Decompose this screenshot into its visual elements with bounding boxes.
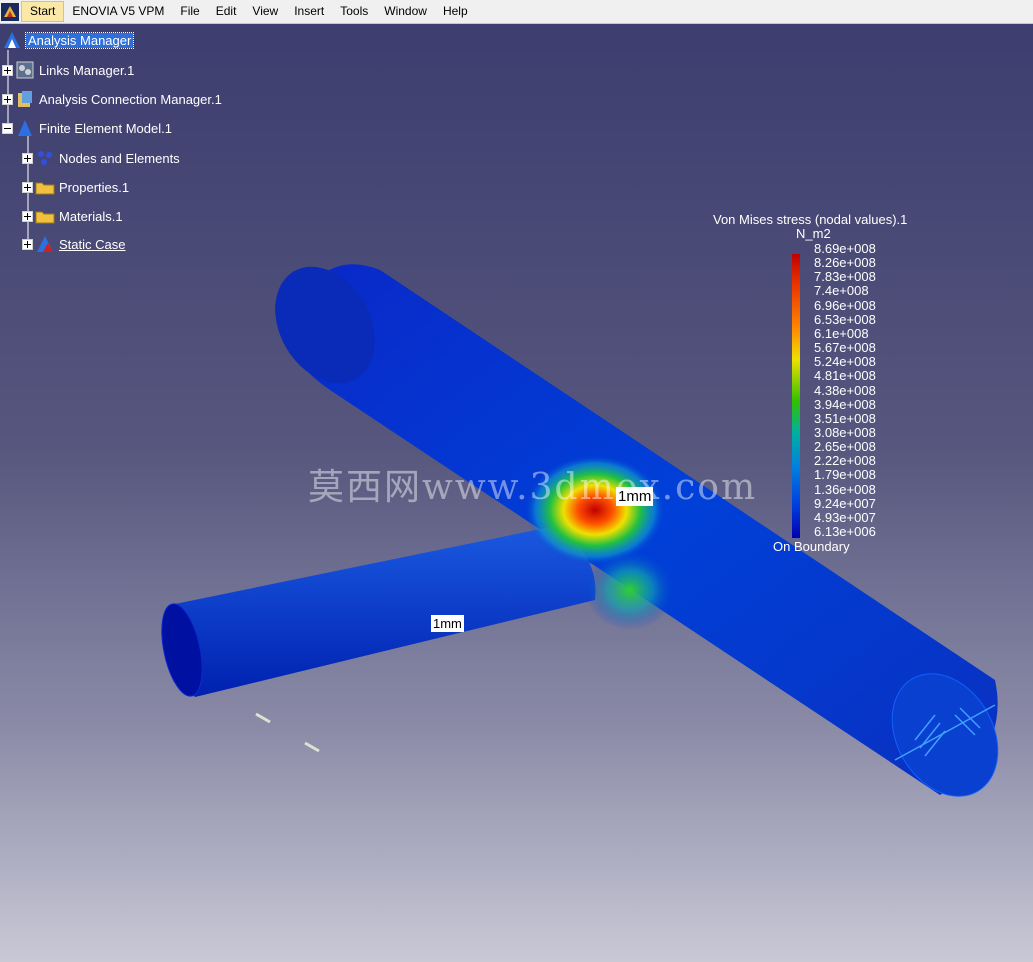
watermark-text: 莫西网www.3dmox.com	[308, 467, 758, 508]
menu-help[interactable]: Help	[435, 0, 476, 23]
menu-bar: Start ENOVIA V5 VPM File Edit View Inser…	[0, 0, 1033, 24]
tree-label: Static Case	[59, 236, 126, 252]
menu-file[interactable]: File	[172, 0, 207, 23]
dimension-label: 1mm	[616, 487, 654, 506]
links-manager-icon	[16, 61, 34, 79]
folder-icon	[35, 182, 55, 195]
menu-tools[interactable]: Tools	[332, 0, 376, 23]
legend-tick-label: 3.94e+008	[814, 396, 876, 412]
legend-tick-label: 8.26e+008	[814, 255, 876, 271]
axis-mark	[304, 741, 320, 753]
legend-tick-label: 7.4e+008	[814, 283, 869, 299]
menu-start[interactable]: Start	[21, 1, 65, 22]
tree-node-nodes-and-elements[interactable]: Nodes and Elements	[22, 148, 180, 168]
specification-tree: Analysis Manager Links Manager.1 Analysi…	[0, 24, 300, 264]
tree-node-analysis-connection-manager[interactable]: Analysis Connection Manager.1	[2, 89, 222, 109]
expand-icon[interactable]	[2, 93, 13, 105]
legend-tick-label: 7.83e+008	[814, 269, 876, 285]
folder-icon	[35, 211, 55, 224]
tree-node-materials[interactable]: Materials.1	[22, 206, 123, 226]
menu-window[interactable]: Window	[376, 0, 435, 23]
legend-tick-label: 6.13e+006	[814, 524, 876, 539]
menu-edit[interactable]: Edit	[208, 0, 245, 23]
legend-tick-label: 6.53e+008	[814, 311, 876, 327]
tree-label: Nodes and Elements	[59, 150, 180, 166]
tree-label: Properties.1	[59, 179, 130, 195]
catia-logo-icon[interactable]	[1, 2, 19, 21]
expand-icon[interactable]	[22, 152, 33, 164]
expand-icon[interactable]	[22, 210, 33, 222]
expand-icon[interactable]	[22, 238, 33, 250]
legend-tick-label: 6.96e+008	[814, 297, 876, 313]
legend-tick-label: 4.81e+008	[814, 368, 876, 384]
legend-tick-label: 6.1e+008	[814, 325, 869, 341]
legend-tick-label: 8.69e+008	[814, 241, 876, 256]
menu-enovia[interactable]: ENOVIA V5 VPM	[64, 0, 172, 23]
legend-footer: On Boundary	[773, 539, 850, 554]
legend-tick-label: 5.67e+008	[814, 340, 876, 356]
tree-node-finite-element-model[interactable]: Finite Element Model.1	[2, 118, 172, 138]
expand-icon[interactable]	[2, 64, 13, 76]
tree-label: Finite Element Model.1	[39, 120, 172, 136]
expand-icon[interactable]	[22, 181, 33, 193]
analysis-manager-icon	[4, 32, 20, 48]
fem-icon	[18, 120, 32, 136]
tree-label: Analysis Manager	[24, 31, 135, 49]
tree-label: Materials.1	[59, 208, 123, 224]
legend-tick-label: 2.65e+008	[814, 439, 876, 455]
legend-tick-label: 4.38e+008	[814, 382, 876, 398]
tree-label: Links Manager.1	[39, 62, 135, 78]
collapse-icon[interactable]	[2, 122, 13, 134]
legend-tick-label: 1.79e+008	[814, 467, 876, 483]
legend-tick-label: 4.93e+007	[814, 509, 876, 525]
nodes-icon	[38, 151, 52, 165]
connection-manager-icon	[18, 91, 32, 107]
tree-node-properties[interactable]: Properties.1	[22, 177, 129, 197]
tree-label: Analysis Connection Manager.1	[39, 91, 222, 107]
tree-node-static-case[interactable]: Static Case	[22, 234, 125, 254]
tree-node-links-manager[interactable]: Links Manager.1	[2, 60, 134, 80]
dimension-label: 1mm	[431, 615, 464, 632]
legend-tick-label: 5.24e+008	[814, 354, 876, 370]
legend-title: Von Mises stress (nodal values).1	[713, 212, 908, 227]
legend-unit: N_m2	[796, 226, 831, 241]
legend-tick-label: 2.22e+008	[814, 453, 876, 469]
branch-tube	[167, 525, 596, 697]
tree-node-analysis-manager[interactable]: Analysis Manager	[2, 30, 135, 50]
legend-tick-label: 3.08e+008	[814, 424, 876, 440]
menu-insert[interactable]: Insert	[286, 0, 332, 23]
legend-tick-label: 1.36e+008	[814, 481, 876, 497]
stress-secondary-spot	[585, 550, 675, 630]
legend-tick-label: 3.51e+008	[814, 410, 876, 426]
legend-color-bar	[792, 254, 800, 538]
axis-mark	[255, 712, 271, 724]
stress-legend[interactable]: Von Mises stress (nodal values).1 N_m2 8…	[700, 212, 940, 562]
menu-view[interactable]: View	[244, 0, 286, 23]
static-case-icon	[37, 236, 53, 252]
legend-tick-label: 9.24e+007	[814, 495, 876, 511]
